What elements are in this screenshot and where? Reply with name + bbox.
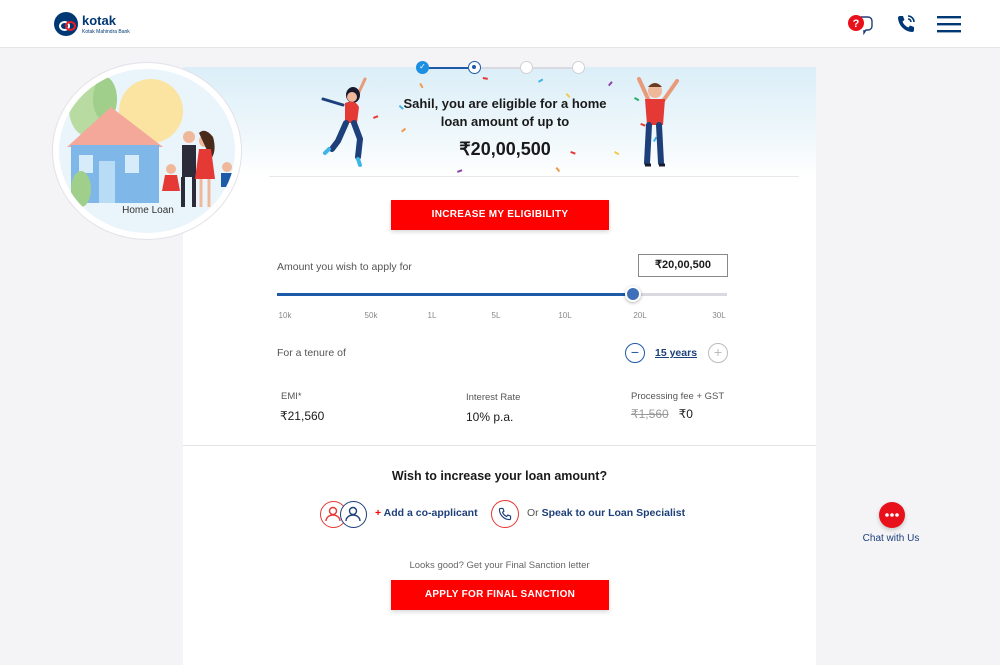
interest-rate-label: Interest Rate xyxy=(466,392,521,403)
final-sanction-hint: Looks good? Get your Final Sanction lett… xyxy=(409,560,590,571)
step-connector xyxy=(429,67,468,69)
speak-specialist-text: Or Speak to our Loan Specialist xyxy=(527,507,685,519)
slider-tick-label: 50k xyxy=(364,311,378,320)
loan-amount-input[interactable]: ₹20,00,500 xyxy=(638,254,728,277)
phone-specialist-icon[interactable] xyxy=(491,500,519,528)
tenure-decrease-button[interactable]: − xyxy=(625,343,645,363)
slider-tick-label: 10L xyxy=(558,311,572,320)
increase-loan-title: Wish to increase your loan amount? xyxy=(391,469,608,483)
celebrating-woman-illustration xyxy=(321,77,367,167)
home-loan-illustration: Home Loan xyxy=(52,62,242,240)
product-label: Home Loan xyxy=(122,205,174,216)
person-blue-icon xyxy=(340,501,367,528)
slider-tick-label: 30L xyxy=(712,311,726,320)
loan-amount-label: Amount you wish to apply for xyxy=(277,261,412,273)
kotak-logo-mark-icon xyxy=(54,12,78,36)
slider-fill xyxy=(277,293,633,296)
speak-specialist-link[interactable]: Speak to our Loan Specialist xyxy=(542,507,686,519)
banner-divider xyxy=(269,176,799,177)
interest-rate-value: 10% p.a. xyxy=(466,410,514,424)
svg-text:?: ? xyxy=(853,18,860,30)
tenure-increase-button[interactable]: + xyxy=(708,343,728,363)
processing-fee-new: ₹0 xyxy=(678,407,693,421)
apply-final-sanction-button[interactable]: APPLY FOR FINAL SANCTION xyxy=(391,580,609,610)
section-divider xyxy=(183,445,816,446)
step-1-complete-checkmark-icon: ✓ xyxy=(416,61,429,74)
step-3 xyxy=(520,61,533,74)
emi-value: ₹21,560 xyxy=(280,409,325,423)
slider-tick-label: 1L xyxy=(427,311,437,320)
slider-tick-label: 10k xyxy=(278,311,292,320)
logo-name: kotak xyxy=(82,13,116,28)
eligibility-card: Sahil, you are eligible for a home loan … xyxy=(183,61,816,665)
step-connector xyxy=(481,67,520,69)
co-applicant-icons[interactable] xyxy=(320,501,368,529)
eligible-amount: ₹20,00,500 xyxy=(459,139,551,159)
emi-label: EMI* xyxy=(281,391,302,402)
eligibility-message: Sahil, you are eligible for a home loan … xyxy=(403,96,607,129)
help-chat-icon[interactable]: ? xyxy=(846,12,874,36)
increase-eligibility-button[interactable]: INCREASE MY ELIGIBILITY xyxy=(391,200,609,230)
step-connector xyxy=(533,67,572,69)
add-co-applicant-link[interactable]: + Add a co-applicant xyxy=(375,507,478,519)
progress-stepper: ✓ xyxy=(416,61,586,75)
phone-call-icon[interactable] xyxy=(894,12,918,36)
tenure-label: For a tenure of xyxy=(277,347,346,359)
tenure-value[interactable]: 15 years xyxy=(655,347,697,359)
processing-fee-old: ₹1,560 xyxy=(631,407,669,421)
slider-thumb[interactable] xyxy=(624,286,641,302)
logo-text: kotak Kotak Mahindra Bank xyxy=(82,13,130,35)
celebration-banner: Sahil, you are eligible for a home loan … xyxy=(183,67,816,177)
add-co-applicant-label: Add a co-applicant xyxy=(383,507,478,519)
processing-fee-label: Processing fee + GST xyxy=(631,391,725,402)
speak-prefix: Or xyxy=(527,507,539,519)
slider-tick-label: 20L xyxy=(633,311,647,320)
processing-fee-value: ₹1,560 ₹0 xyxy=(631,407,693,421)
logo-subtitle: Kotak Mahindra Bank xyxy=(82,29,130,35)
step-2-active xyxy=(468,61,481,74)
slider-tick-label: 5L xyxy=(491,311,501,320)
loan-amount-slider[interactable] xyxy=(277,286,727,302)
add-co-applicant-plus: + xyxy=(375,507,382,519)
top-header: kotak Kotak Mahindra Bank ? xyxy=(0,0,1000,48)
step-4 xyxy=(572,61,585,74)
chat-with-us-label[interactable]: Chat with Us xyxy=(858,533,924,544)
kotak-logo[interactable]: kotak Kotak Mahindra Bank xyxy=(54,12,130,36)
chat-bubble-icon[interactable] xyxy=(879,502,905,528)
hamburger-menu-icon[interactable] xyxy=(936,12,962,36)
celebrating-man-illustration xyxy=(637,77,679,167)
